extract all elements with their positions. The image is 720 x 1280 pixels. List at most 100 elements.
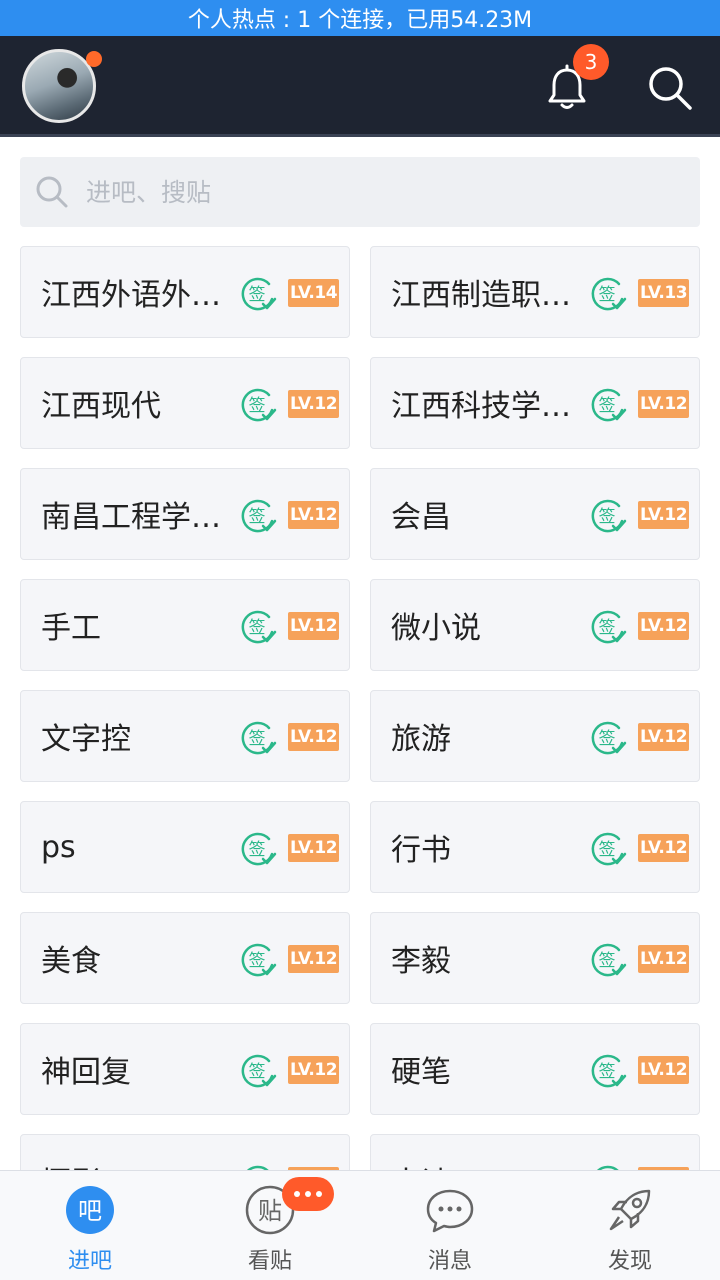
bottom-tab-bar: 吧 进吧 贴 看贴 消息 发现 bbox=[0, 1170, 720, 1280]
notification-badge: 3 bbox=[573, 44, 609, 80]
forum-card[interactable]: 江西科技学… 签 LV.12 bbox=[370, 357, 700, 449]
forum-name: 南昌工程学… bbox=[41, 500, 221, 535]
signed-in-icon[interactable]: 签 bbox=[239, 497, 277, 535]
signed-in-icon[interactable]: 签 bbox=[239, 719, 277, 757]
forum-card[interactable]: 文字控 签 LV.12 bbox=[20, 690, 350, 782]
status-bar: 个人热点 : 1 个连接，已用54.23M bbox=[0, 0, 720, 36]
svg-text:签: 签 bbox=[599, 618, 616, 638]
forum-card[interactable]: 神回复 签 LV.12 bbox=[20, 1023, 350, 1115]
signed-in-icon[interactable]: 签 bbox=[589, 1163, 627, 1170]
signed-in-icon[interactable]: 签 bbox=[239, 941, 277, 979]
svg-text:签: 签 bbox=[599, 396, 616, 416]
search-icon bbox=[36, 176, 68, 208]
level-badge: LV.12 bbox=[638, 501, 689, 529]
signed-in-icon[interactable]: 签 bbox=[239, 830, 277, 868]
forum-card[interactable]: 江西制造职… 签 LV.13 bbox=[370, 246, 700, 338]
rocket-icon bbox=[609, 1189, 651, 1231]
forum-name: 旅游 bbox=[391, 722, 451, 757]
level-badge: LV.12 bbox=[288, 390, 339, 418]
forum-card[interactable]: 硬笔 签 LV.12 bbox=[370, 1023, 700, 1115]
level-badge: LV.14 bbox=[288, 279, 339, 307]
signed-in-icon[interactable]: 签 bbox=[239, 275, 277, 313]
forum-card[interactable]: 江西外语外… 签 LV.14 bbox=[20, 246, 350, 338]
level-badge: LV.12 bbox=[638, 1056, 689, 1084]
forum-name: 美食 bbox=[41, 944, 101, 979]
forum-name: 摄影 bbox=[41, 1158, 223, 1170]
signed-in-icon[interactable]: 签 bbox=[589, 386, 627, 424]
forum-card[interactable]: 微小说 签 LV.12 bbox=[370, 579, 700, 671]
forum-name: 古诗 bbox=[391, 1158, 573, 1170]
forum-card[interactable]: 摄影签LV.12 bbox=[20, 1134, 350, 1170]
level-badge: LV.13 bbox=[638, 279, 689, 307]
level-badge: LV.12 bbox=[638, 834, 689, 862]
svg-text:签: 签 bbox=[599, 840, 616, 860]
tab-label: 看贴 bbox=[247, 1249, 292, 1274]
forum-card[interactable]: 行书 签 LV.12 bbox=[370, 801, 700, 893]
svg-text:签: 签 bbox=[599, 507, 616, 527]
level-badge: LV.12 bbox=[288, 501, 339, 529]
level-badge: LV.12 bbox=[638, 945, 689, 973]
forum-card[interactable]: 旅游 签 LV.12 bbox=[370, 690, 700, 782]
signed-in-icon[interactable]: 签 bbox=[239, 386, 277, 424]
message-badge bbox=[282, 1177, 334, 1211]
svg-text:签: 签 bbox=[249, 285, 266, 305]
forum-name: 神回复 bbox=[41, 1055, 131, 1090]
signed-in-icon[interactable]: 签 bbox=[239, 1052, 277, 1090]
svg-text:签: 签 bbox=[249, 840, 266, 860]
tab-forums[interactable]: 吧 进吧 bbox=[0, 1171, 180, 1280]
tab-label: 消息 bbox=[427, 1249, 472, 1274]
forum-card[interactable]: 手工 签 LV.12 bbox=[20, 579, 350, 671]
search-bar[interactable] bbox=[20, 157, 700, 227]
tab-messages[interactable]: 消息 bbox=[360, 1171, 540, 1280]
forum-name: 江西外语外… bbox=[41, 278, 221, 313]
search-icon[interactable] bbox=[646, 64, 694, 112]
forum-card[interactable]: 美食 签 LV.12 bbox=[20, 912, 350, 1004]
svg-text:签: 签 bbox=[249, 951, 266, 971]
signed-in-icon[interactable]: 签 bbox=[589, 719, 627, 757]
forum-card[interactable]: 南昌工程学… 签 LV.12 bbox=[20, 468, 350, 560]
search-input[interactable] bbox=[86, 177, 646, 207]
level-badge: LV.12 bbox=[638, 390, 689, 418]
level-badge: LV.12 bbox=[638, 723, 689, 751]
forum-name: 江西现代 bbox=[41, 389, 161, 424]
forum-name: 江西科技学… bbox=[391, 389, 571, 424]
forum-name: 手工 bbox=[41, 611, 101, 646]
signed-in-icon[interactable]: 签 bbox=[589, 941, 627, 979]
level-badge: LV.12 bbox=[288, 1056, 339, 1084]
svg-text:吧: 吧 bbox=[78, 1197, 102, 1225]
svg-text:签: 签 bbox=[249, 396, 266, 416]
forum-card[interactable]: 江西现代 签 LV.12 bbox=[20, 357, 350, 449]
signed-in-icon[interactable]: 签 bbox=[239, 1163, 277, 1170]
forum-card[interactable]: 李毅 签 LV.12 bbox=[370, 912, 700, 1004]
avatar[interactable] bbox=[22, 49, 96, 123]
forum-name: ps bbox=[41, 829, 76, 865]
forum-card[interactable]: 会昌 签 LV.12 bbox=[370, 468, 700, 560]
forum-name: 行书 bbox=[391, 833, 451, 868]
forum-name: 李毅 bbox=[391, 944, 451, 979]
signed-in-icon[interactable]: 签 bbox=[589, 608, 627, 646]
svg-text:签: 签 bbox=[249, 1062, 266, 1082]
forum-grid: 江西外语外… 签 LV.14 江西制造职… 签 LV.13 江西现代签 LV.12 江西科技学…… bbox=[20, 246, 700, 1170]
status-text: 个人热点 : 1 个连接，已用54.23M bbox=[187, 8, 533, 33]
tab-discover[interactable]: 发现 bbox=[540, 1171, 720, 1280]
forum-name: 硬笔 bbox=[391, 1055, 451, 1090]
svg-text:签: 签 bbox=[599, 951, 616, 971]
level-badge: LV.12 bbox=[638, 612, 689, 640]
svg-text:签: 签 bbox=[599, 285, 616, 305]
forum-card[interactable]: ps 签 LV.12 bbox=[20, 801, 350, 893]
forum-card[interactable]: 古诗签LV.12 bbox=[370, 1134, 700, 1170]
signed-in-icon[interactable]: 签 bbox=[239, 608, 277, 646]
tab-label: 发现 bbox=[607, 1249, 652, 1274]
signed-in-icon[interactable]: 签 bbox=[589, 275, 627, 313]
svg-text:签: 签 bbox=[249, 618, 266, 638]
level-badge: LV.12 bbox=[288, 834, 339, 862]
signed-in-icon[interactable]: 签 bbox=[589, 497, 627, 535]
svg-text:签: 签 bbox=[249, 507, 266, 527]
svg-text:贴: 贴 bbox=[258, 1197, 282, 1225]
top-bar: 3 bbox=[0, 36, 720, 137]
forum-name: 微小说 bbox=[391, 611, 481, 646]
forum-name: 会昌 bbox=[391, 500, 451, 535]
signed-in-icon[interactable]: 签 bbox=[589, 830, 627, 868]
forum-tab-icon: 吧 bbox=[66, 1186, 114, 1234]
signed-in-icon[interactable]: 签 bbox=[589, 1052, 627, 1090]
